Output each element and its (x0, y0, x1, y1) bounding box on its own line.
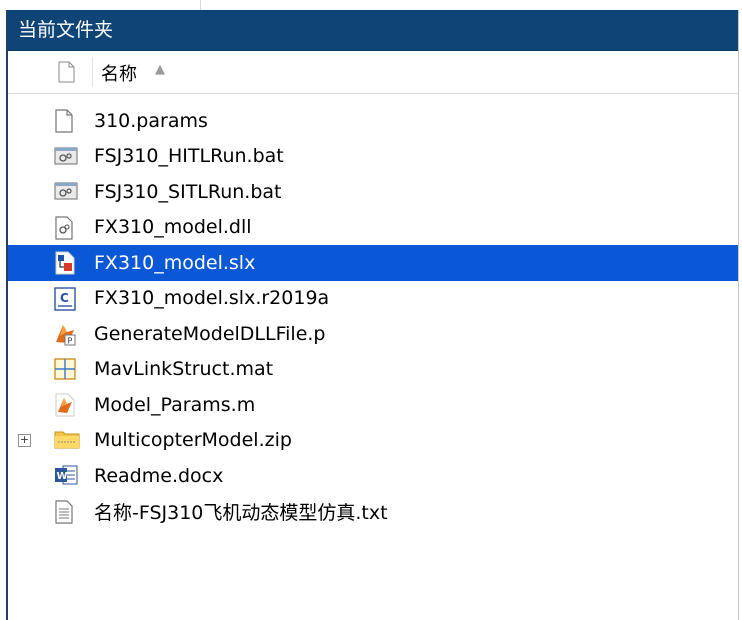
panel-title: 当前文件夹 (8, 10, 738, 51)
top-divider (200, 0, 201, 10)
file-name: FSJ310_HITLRun.bat (94, 145, 284, 168)
mat-file-icon (54, 357, 76, 382)
simulink-model-icon (54, 251, 76, 275)
matlab-p-file-icon: P (54, 322, 76, 346)
word-doc-icon: W (54, 464, 78, 488)
file-row[interactable]: W Readme.docx (8, 458, 738, 494)
file-row[interactable]: FSJ310_SITLRun.bat (8, 174, 738, 210)
file-list: 310.params FSJ310_HITLRun.bat FSJ310_SITLR… (8, 103, 738, 529)
file-row[interactable]: P GenerateModelDLLFile.p (8, 316, 738, 352)
name-column-header[interactable]: 名称 (101, 60, 137, 86)
file-row[interactable]: Model_Params.m (8, 387, 738, 423)
svg-text:P: P (68, 337, 73, 346)
expand-plus-icon[interactable]: + (18, 433, 31, 447)
file-row[interactable]: FX310_model.slx (8, 245, 738, 281)
zip-folder-icon (54, 429, 80, 453)
matlab-script-icon (54, 393, 76, 417)
file-name: MulticopterModel.zip (94, 429, 292, 452)
file-name: 310.params (94, 109, 208, 132)
file-blank-icon (54, 109, 76, 133)
file-name: FSJ310_SITLRun.bat (94, 180, 282, 203)
batch-file-icon (54, 145, 78, 169)
sort-ascending-icon: ▲ (155, 62, 165, 77)
column-header-row: 名称 ▲ (8, 51, 738, 94)
file-type-column-icon[interactable] (58, 61, 75, 87)
file-name: Model_Params.m (94, 393, 256, 416)
svg-text:W: W (57, 471, 68, 482)
file-name: 名称-FSJ310飞机动态模型仿真.txt (94, 501, 388, 524)
file-name: Readme.docx (94, 464, 224, 487)
column-separator[interactable] (92, 57, 93, 87)
file-row[interactable]: FSJ310_HITLRun.bat (8, 139, 738, 175)
svg-text:C: C (60, 291, 69, 305)
file-name: GenerateModelDLLFile.p (94, 322, 326, 345)
text-file-icon (54, 499, 76, 524)
current-folder-panel: 当前文件夹 名称 ▲ 310.params FSJ310_HITLRun.bat F… (6, 10, 739, 620)
batch-file-icon (54, 180, 78, 204)
file-row[interactable]: C FX310_model.slx.r2019a (8, 281, 738, 317)
file-name: FX310_model.slx.r2019a (94, 287, 330, 310)
file-name: MavLinkStruct.mat (94, 358, 274, 381)
top-strip (0, 0, 742, 10)
code-file-icon: C (54, 286, 76, 311)
file-row[interactable]: + MulticopterModel.zip (8, 423, 738, 459)
file-row[interactable]: MavLinkStruct.mat (8, 352, 738, 388)
file-name: FX310_model.slx (94, 251, 256, 274)
dll-file-icon (54, 215, 76, 240)
file-row[interactable]: FX310_model.dll (8, 210, 738, 246)
file-row[interactable]: 310.params (8, 103, 738, 139)
file-name: FX310_model.dll (94, 216, 252, 239)
file-row[interactable]: 名称-FSJ310飞机动态模型仿真.txt (8, 494, 738, 530)
